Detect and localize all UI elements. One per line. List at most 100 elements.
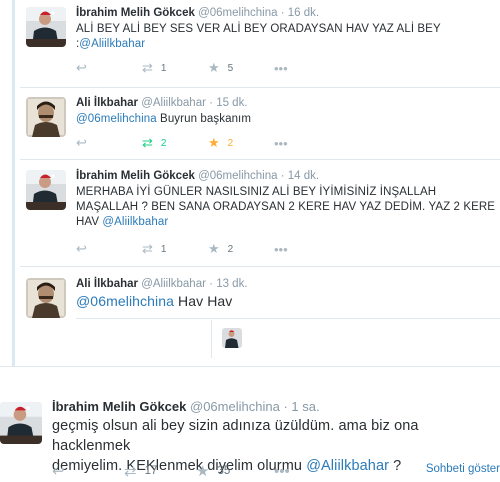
reply-avatar[interactable]	[222, 328, 242, 348]
tweet-header: Ali İlkbahar @Aliilkbahar · 15 dk.	[76, 97, 248, 109]
tweet-4[interactable]: Ali İlkbahar @Aliilkbahar · 13 dk. @06me…	[0, 267, 500, 366]
favorite-count: 35	[217, 465, 231, 477]
retweet-button[interactable]: ⇄ 1	[142, 241, 167, 256]
mention-link[interactable]: @Aliilkbahar	[79, 38, 145, 50]
more-icon: •••	[274, 462, 290, 480]
tweet-text: @06melihchina Hav Hav	[76, 292, 496, 310]
avatar[interactable]	[0, 402, 42, 444]
favorite-button[interactable]: ★ 35	[196, 463, 231, 480]
tweet-text: MERHABA İYİ GÜNLER NASILSINIZ ALİ BEY İY…	[76, 185, 496, 230]
more-icon: •••	[274, 60, 288, 76]
author-handle[interactable]: @06melihchina	[198, 170, 277, 182]
retweet-icon: ⇄	[142, 135, 153, 150]
author-name[interactable]: İbrahim Melih Gökcek	[76, 170, 195, 182]
more-icon: •••	[274, 241, 288, 257]
reply-box-border	[76, 318, 500, 319]
tweet-actions: ↩ ⇄ 1 ★ 5 •••	[76, 60, 496, 76]
mention-link[interactable]: @06melihchina	[76, 293, 174, 309]
star-icon: ★	[196, 463, 210, 480]
conversation-panel: İbrahim Melih Gökcek @06melihchina · 16 …	[0, 0, 500, 366]
avatar-image-melih	[26, 170, 66, 210]
retweet-count: 1	[160, 243, 167, 255]
timestamp[interactable]: 16 dk.	[288, 7, 319, 19]
reply-icon: ↩	[76, 241, 87, 256]
tweet-text-content: Hav Hav	[174, 293, 233, 309]
tweet-text-line: ALİ BEY ALİ BEY SES VER ALİ BEY ORADAYSA…	[76, 23, 441, 35]
star-icon: ★	[208, 241, 220, 256]
tweet-actions: ↩ ⇄ 17 ★ 35 •••	[52, 462, 412, 481]
favorite-button[interactable]: ★ 5	[208, 60, 234, 75]
tweet-2[interactable]: Ali İlkbahar @Aliilkbahar · 15 dk. @06me…	[0, 88, 500, 160]
thread-line	[12, 267, 15, 366]
star-icon: ★	[208, 60, 220, 75]
author-handle[interactable]: @06melihchina	[190, 399, 280, 414]
more-icon: •••	[274, 135, 288, 151]
tweet-text-content: Buyrun başkanım	[156, 113, 252, 125]
tweet-header: İbrahim Melih Gökcek @06melihchina · 1 s…	[52, 399, 320, 414]
tweet-actions: ↩ ⇄ 1 ★ 2 •••	[76, 241, 496, 257]
retweet-count: 17	[144, 465, 158, 477]
retweet-icon: ⇄	[142, 241, 153, 256]
timestamp[interactable]: 1 sa.	[291, 399, 319, 414]
separator-dot: ·	[283, 399, 288, 414]
tweet-actions: ↩ ⇄ 2 ★ 2 •••	[76, 135, 496, 151]
reply-button[interactable]: ↩	[76, 241, 87, 256]
separator-dot: ·	[280, 170, 285, 182]
more-button[interactable]: •••	[274, 462, 290, 480]
reply-button[interactable]: ↩	[52, 463, 65, 480]
mention-link[interactable]: @06melihchina	[76, 113, 157, 125]
retweet-count: 1	[160, 62, 167, 74]
show-conversation-link[interactable]: Sohbeti göster	[426, 463, 500, 475]
author-name[interactable]: Ali İlkbahar	[76, 97, 138, 109]
timestamp[interactable]: 15 dk.	[216, 97, 247, 109]
retweet-icon: ⇄	[142, 60, 153, 75]
avatar-image-melih	[222, 328, 242, 348]
separator-dot: ·	[209, 278, 213, 290]
retweet-count: 2	[160, 137, 167, 149]
reply-divider	[211, 320, 212, 358]
timestamp[interactable]: 14 dk.	[288, 170, 319, 182]
tweet-text: ALİ BEY ALİ BEY SES VER ALİ BEY ORADAYSA…	[76, 22, 496, 52]
favorite-count: 5	[227, 62, 234, 74]
thread-line	[12, 160, 15, 267]
author-handle[interactable]: @Aliilkbahar	[141, 97, 206, 109]
tweet-text-line: geçmiş olsun ali bey sizin adınıza üzüld…	[52, 418, 419, 454]
tweet-text-line: HAV @Aliilkbahar	[76, 215, 496, 230]
avatar[interactable]	[26, 7, 66, 47]
more-button[interactable]: •••	[274, 60, 288, 76]
retweet-button[interactable]: ⇄ 1	[142, 60, 167, 75]
thread-line	[12, 0, 15, 88]
more-button[interactable]: •••	[274, 241, 288, 257]
more-button[interactable]: •••	[274, 135, 288, 151]
retweet-button[interactable]: ⇄ 2	[142, 135, 167, 150]
avatar-image-melih	[0, 402, 42, 444]
avatar[interactable]	[26, 278, 66, 318]
reply-icon: ↩	[52, 463, 65, 480]
timestamp[interactable]: 13 dk.	[216, 278, 247, 290]
star-icon: ★	[208, 135, 220, 150]
author-name[interactable]: İbrahim Melih Gökcek	[76, 7, 195, 19]
favorite-button[interactable]: ★ 2	[208, 135, 234, 150]
avatar[interactable]	[26, 97, 66, 137]
tweet-3[interactable]: İbrahim Melih Gökcek @06melihchina · 14 …	[0, 160, 500, 267]
reply-icon: ↩	[76, 60, 87, 75]
reply-button[interactable]: ↩	[76, 135, 87, 150]
tweet-text-content: HAV	[76, 216, 103, 228]
favorite-count: 2	[227, 243, 234, 255]
mention-link[interactable]: @Aliilkbahar	[102, 216, 168, 228]
author-handle[interactable]: @06melihchina	[198, 7, 277, 19]
retweet-button[interactable]: ⇄ 17	[124, 463, 158, 480]
reply-button[interactable]: ↩	[76, 60, 87, 75]
favorite-count: 2	[227, 137, 234, 149]
separator-dot: ·	[280, 7, 285, 19]
author-handle[interactable]: @Aliilkbahar	[141, 278, 206, 290]
tweet-text-line: MERHABA İYİ GÜNLER NASILSINIZ ALİ BEY İY…	[76, 186, 437, 198]
separator-dot: ·	[209, 97, 213, 109]
tweet-1[interactable]: İbrahim Melih Gökcek @06melihchina · 16 …	[0, 0, 500, 88]
avatar[interactable]	[26, 170, 66, 210]
favorite-button[interactable]: ★ 2	[208, 241, 234, 256]
avatar-image-ali	[26, 97, 66, 137]
author-name[interactable]: Ali İlkbahar	[76, 278, 138, 290]
retweet-icon: ⇄	[124, 463, 137, 480]
author-name[interactable]: İbrahim Melih Gökcek	[52, 399, 186, 414]
